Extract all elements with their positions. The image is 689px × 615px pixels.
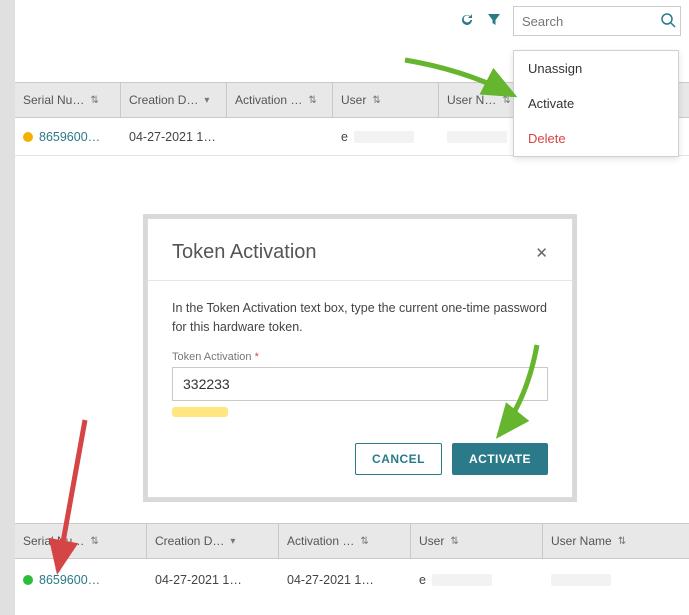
col-serial-label: Serial Nu… <box>23 93 84 107</box>
chevron-down-icon: ▾ <box>204 95 209 106</box>
col2-creation[interactable]: Creation D…▾ <box>147 524 279 558</box>
creation-date: 04-27-2021 1… <box>147 573 279 587</box>
col-creation[interactable]: Creation D… ▾ <box>121 83 227 117</box>
menu-item-delete[interactable]: Delete <box>514 121 678 156</box>
user-cell: e <box>333 130 439 144</box>
status-dot <box>23 132 33 142</box>
col2-username[interactable]: User Name⇅ <box>543 524 675 558</box>
sort-icon: ⇅ <box>372 95 380 106</box>
annotation-arrow-green-menu <box>395 50 535 110</box>
col-creation-label: Creation D… <box>129 93 198 107</box>
username-cell <box>543 574 675 586</box>
modal-title: Token Activation <box>172 241 317 264</box>
modal-instruction: In the Token Activation text box, type t… <box>172 299 548 337</box>
sort-icon: ⇅ <box>308 95 316 106</box>
close-icon[interactable]: ✕ <box>535 244 548 262</box>
sort-icon: ⇅ <box>90 95 98 106</box>
col-activation[interactable]: Activation … ⇅ <box>227 83 333 117</box>
highlight-marker <box>172 407 228 417</box>
creation-date: 04-27-2021 1… <box>121 130 227 144</box>
col-serial[interactable]: Serial Nu… ⇅ <box>15 83 121 117</box>
annotation-arrow-green-activate <box>467 340 557 450</box>
search-input[interactable] <box>514 14 654 29</box>
table2-row[interactable]: 8659600… 04-27-2021 1… 04-27-2021 1… e <box>15 559 689 601</box>
col2-activation[interactable]: Activation …⇅ <box>279 524 411 558</box>
search-icon[interactable] <box>660 12 676 31</box>
cancel-button[interactable]: CANCEL <box>355 443 442 475</box>
col-activation-label: Activation … <box>235 93 302 107</box>
table2-header: Serial Nu…⇅ Creation D…▾ Activation …⇅ U… <box>15 523 689 559</box>
serial-number[interactable]: 8659600… <box>39 130 100 144</box>
col2-user[interactable]: User⇅ <box>411 524 543 558</box>
menu-item-unassign[interactable]: Unassign <box>514 51 678 86</box>
col-user-label: User <box>341 93 366 107</box>
user-cell: e <box>411 573 543 587</box>
filter-icon[interactable] <box>487 13 501 30</box>
activation-date: 04-27-2021 1… <box>279 573 411 587</box>
row-context-menu: Unassign Activate Delete <box>513 50 679 157</box>
search-box[interactable] <box>513 6 681 36</box>
refresh-icon[interactable] <box>459 12 475 31</box>
annotation-arrow-red-status <box>30 415 110 585</box>
menu-item-activate[interactable]: Activate <box>514 86 678 121</box>
